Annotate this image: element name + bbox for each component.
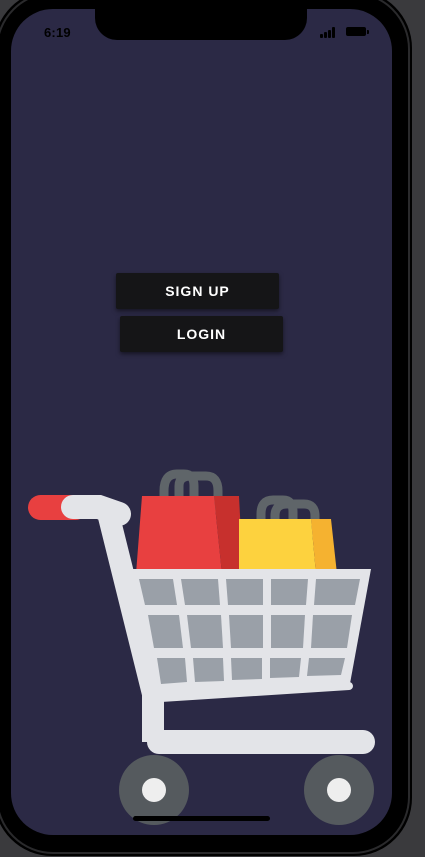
yellow-bag [239, 519, 316, 574]
battery-icon [346, 27, 366, 36]
signup-button-label: SIGN UP [165, 283, 230, 299]
home-indicator[interactable] [133, 816, 270, 821]
cart-basket-grid [139, 579, 360, 684]
cellular-signal-icon [320, 27, 338, 38]
cart-wheel-right-hub [327, 778, 351, 802]
login-button[interactable]: LOGIN [120, 316, 283, 352]
notch [95, 9, 307, 40]
login-button-label: LOGIN [176, 326, 227, 342]
shopping-cart-illustration [28, 469, 375, 825]
battery-tip [367, 30, 369, 34]
phone-screen: 6:19 SIGN UP LOGIN [11, 9, 392, 835]
red-bag [136, 496, 222, 574]
signup-button[interactable]: SIGN UP [116, 273, 279, 309]
status-time: 6:19 [44, 25, 71, 40]
cart-base-bar [147, 730, 375, 754]
cart-wheel-left-hub [142, 778, 166, 802]
